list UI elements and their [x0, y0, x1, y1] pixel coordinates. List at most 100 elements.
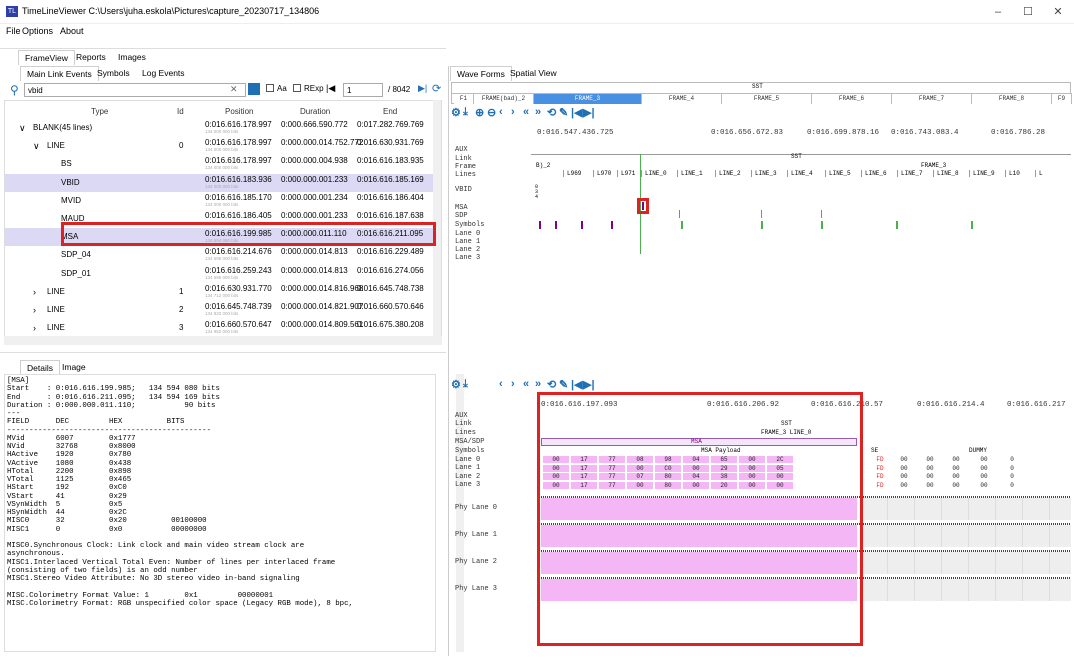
- row-duration: 0:000.000.001.233: [281, 174, 348, 184]
- case-checkbox[interactable]: [266, 84, 274, 92]
- tab-reports[interactable]: Reports: [76, 52, 106, 62]
- zoom-in-icon[interactable]: ⊕: [475, 106, 484, 119]
- frame-timeline: SST F1 FRAME(bad)_2 FRAME_3 FRAME_4 FRAME_5 F…: [451, 82, 1072, 104]
- col-type[interactable]: Type: [91, 107, 108, 116]
- edit-icon[interactable]: ✎: [559, 106, 568, 119]
- search-input[interactable]: [24, 83, 246, 97]
- lane-cell: 00: [971, 464, 997, 472]
- close-icon[interactable]: ✕: [1043, 4, 1073, 20]
- next-icon[interactable]: ›: [511, 378, 515, 390]
- result-index-input[interactable]: [343, 83, 383, 97]
- row-duration: 0:000.000.004.938: [281, 156, 348, 166]
- tab-waveforms[interactable]: Wave Forms: [450, 66, 512, 81]
- row-duration: 0:000.000.014.813: [281, 265, 348, 275]
- expand-icon[interactable]: ∨: [33, 141, 40, 152]
- history-icon[interactable]: ⟲: [547, 106, 556, 119]
- row-type: VBID: [61, 177, 80, 187]
- expand-icon[interactable]: ›: [33, 287, 36, 297]
- row-position: 0:016.660.570.647: [205, 320, 272, 330]
- menu-file[interactable]: File: [6, 26, 21, 36]
- first-result-icon[interactable]: |◀: [326, 83, 335, 94]
- tab-log-events[interactable]: Log Events: [142, 68, 185, 78]
- row-label: Frame: [455, 163, 477, 171]
- col-position[interactable]: Position: [225, 107, 253, 116]
- row-position-bits: 134 000 000 bits: [205, 129, 239, 134]
- highlight-msa-payload: [537, 392, 863, 646]
- tab-symbols[interactable]: Symbols: [97, 68, 130, 78]
- forward-icon[interactable]: »: [535, 106, 541, 118]
- row-type: LINE: [47, 323, 65, 333]
- row-position-bits: 134 832 000 bits: [205, 311, 239, 316]
- phy-label: Phy Lane 0: [455, 504, 498, 512]
- menu-about[interactable]: About: [60, 26, 84, 36]
- vbid-value: 4: [535, 194, 539, 200]
- tab-images[interactable]: Images: [118, 52, 146, 62]
- tab-main-link-events[interactable]: Main Link Events: [20, 66, 99, 81]
- line-label: LINE_0: [641, 170, 667, 177]
- sdp-mark: [761, 210, 762, 218]
- row-end: 0:017.282.769.769: [357, 120, 424, 129]
- col-duration[interactable]: Duration: [300, 107, 330, 116]
- lane-cell: 0: [999, 464, 1025, 472]
- enter-icon[interactable]: [248, 83, 260, 95]
- maximize-icon[interactable]: ☐: [1013, 4, 1043, 20]
- frame-6[interactable]: FRAME_6: [812, 94, 892, 104]
- line-label: L970: [593, 170, 611, 177]
- rewind-icon[interactable]: «: [523, 378, 529, 390]
- expand-icon[interactable]: ›: [33, 305, 36, 315]
- symbol-mark: [821, 221, 823, 229]
- frame-3[interactable]: FRAME_3: [534, 94, 642, 104]
- frame-8[interactable]: FRAME_8: [972, 94, 1052, 104]
- last-icon[interactable]: ▶|: [583, 378, 595, 391]
- frame-9[interactable]: F9: [1052, 94, 1072, 104]
- symbol-mark: [971, 221, 973, 229]
- menu-options[interactable]: Options: [22, 26, 53, 36]
- row-end: 0:016.616.187.638: [357, 211, 424, 220]
- lane-cell: 00: [943, 464, 969, 472]
- refresh-icon[interactable]: ⟳: [432, 82, 441, 95]
- minimize-icon[interactable]: –: [983, 4, 1013, 20]
- settings-icon[interactable]: ⚙: [451, 378, 461, 391]
- regex-label: RExp: [304, 84, 324, 93]
- zoom-out-icon[interactable]: ⊖: [487, 106, 496, 119]
- prev-icon[interactable]: ‹: [499, 378, 503, 390]
- line-label: L: [1035, 170, 1043, 177]
- tab-details[interactable]: Details: [20, 360, 60, 375]
- edit-icon[interactable]: ✎: [559, 378, 568, 391]
- export-icon[interactable]: ⤓: [463, 106, 468, 119]
- time-label-0: 0:016.547.436.725: [537, 129, 614, 137]
- last-icon[interactable]: ▶|: [583, 106, 595, 119]
- rewind-icon[interactable]: «: [523, 106, 529, 118]
- first-icon[interactable]: |◀: [571, 378, 583, 391]
- row-id: 0: [179, 141, 184, 151]
- expand-icon[interactable]: ›: [33, 323, 36, 333]
- tab-spatial-view[interactable]: Spatial View: [510, 68, 557, 78]
- frame-5[interactable]: FRAME_5: [722, 94, 812, 104]
- col-end[interactable]: End: [383, 107, 397, 116]
- settings-icon[interactable]: ⚙: [451, 106, 461, 119]
- row-position-bits: 134 596 000 bits: [205, 274, 239, 280]
- history-icon[interactable]: ⟲: [547, 378, 556, 391]
- tab-frameview[interactable]: FrameView: [18, 50, 75, 65]
- frame-1[interactable]: F1: [454, 94, 474, 104]
- last-result-icon[interactable]: ▶|: [418, 83, 427, 94]
- row-position-bits: 134 596 000 bits: [205, 256, 239, 262]
- row-id: 1: [179, 286, 184, 296]
- row-position: 0:016.616.259.243: [205, 265, 272, 275]
- next-icon[interactable]: ›: [511, 106, 515, 118]
- frame-7[interactable]: FRAME_7: [892, 94, 972, 104]
- export-icon[interactable]: ⤓: [463, 378, 468, 391]
- regex-checkbox[interactable]: [293, 84, 301, 92]
- first-icon[interactable]: |◀: [571, 106, 583, 119]
- frame-4[interactable]: FRAME_4: [642, 94, 722, 104]
- row-label: Symbols: [455, 447, 485, 455]
- lane-cell: 00: [917, 481, 943, 489]
- frame-2[interactable]: FRAME(bad)_2: [474, 94, 534, 104]
- col-id[interactable]: Id: [177, 107, 184, 116]
- clear-icon[interactable]: ✕: [230, 84, 238, 95]
- forward-icon[interactable]: »: [535, 378, 541, 390]
- prev-icon[interactable]: ‹: [499, 106, 503, 118]
- expand-icon[interactable]: ∨: [19, 123, 26, 134]
- tab-image[interactable]: Image: [62, 362, 86, 372]
- lane-cell: FD: [867, 473, 893, 480]
